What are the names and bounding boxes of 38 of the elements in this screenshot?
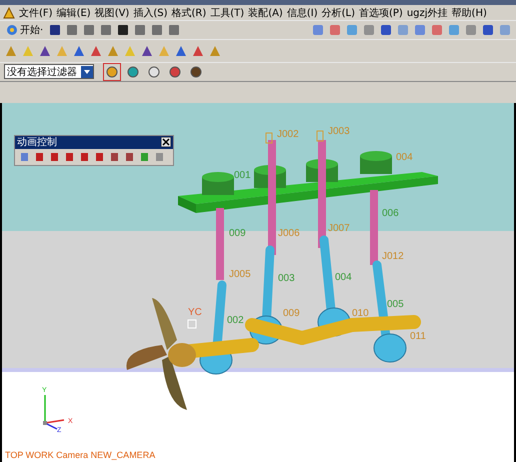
joint-label: 009 <box>283 308 300 319</box>
joint-label: 005 <box>387 298 404 310</box>
close-icon[interactable] <box>161 137 171 148</box>
joint-label: J006 <box>278 228 300 239</box>
joint-label: J007 <box>328 222 350 234</box>
joint-label: 006 <box>382 208 399 219</box>
panel-title: 动画控制 <box>17 136 57 150</box>
menu-item[interactable]: ugzj外挂 <box>406 6 448 20</box>
joint-label: 009 <box>229 228 246 239</box>
menu-item[interactable]: 装配(A) <box>248 6 283 20</box>
menu-item[interactable]: 格式(R) <box>172 6 206 20</box>
menu-item[interactable]: 信息(I) <box>286 6 318 20</box>
app-logo-icon <box>3 6 15 19</box>
start-button[interactable]: 开始· <box>4 23 46 38</box>
menu-item[interactable]: 帮助(H) <box>452 6 487 20</box>
joint-label: 001 <box>234 170 251 181</box>
joint-label: 004 <box>335 272 352 283</box>
menu-item[interactable]: 文件(F) <box>19 6 53 20</box>
joint-label: 004 <box>396 152 413 163</box>
caret-icon <box>81 66 93 78</box>
menu-item[interactable]: 编辑(E) <box>56 6 91 20</box>
joint-label: 003 <box>278 272 295 284</box>
joint-label: J002 <box>277 128 299 140</box>
joint-label: J003 <box>328 126 350 137</box>
menu-item[interactable]: 视图(V) <box>94 6 130 20</box>
joint-label: J005 <box>229 268 251 280</box>
menu-item[interactable]: 首选项(P) <box>358 6 403 20</box>
menu-item[interactable]: 分析(L) <box>322 6 355 20</box>
coordinate-triad-icon <box>43 394 64 430</box>
joint-label: YC <box>188 306 202 318</box>
menu-item[interactable]: 插入(S) <box>133 6 168 20</box>
joint-label: J012 <box>382 250 404 262</box>
joint-label: 011 <box>410 330 426 342</box>
camera-status-text: TOP WORK Camera NEW_CAMERA <box>5 450 156 460</box>
menu-item[interactable]: 工具(T) <box>210 6 244 20</box>
joint-label: 002 <box>227 314 244 326</box>
joint-label: 010 <box>352 308 369 319</box>
selection-filter-dropdown[interactable]: 没有选择过滤器 <box>4 64 94 80</box>
